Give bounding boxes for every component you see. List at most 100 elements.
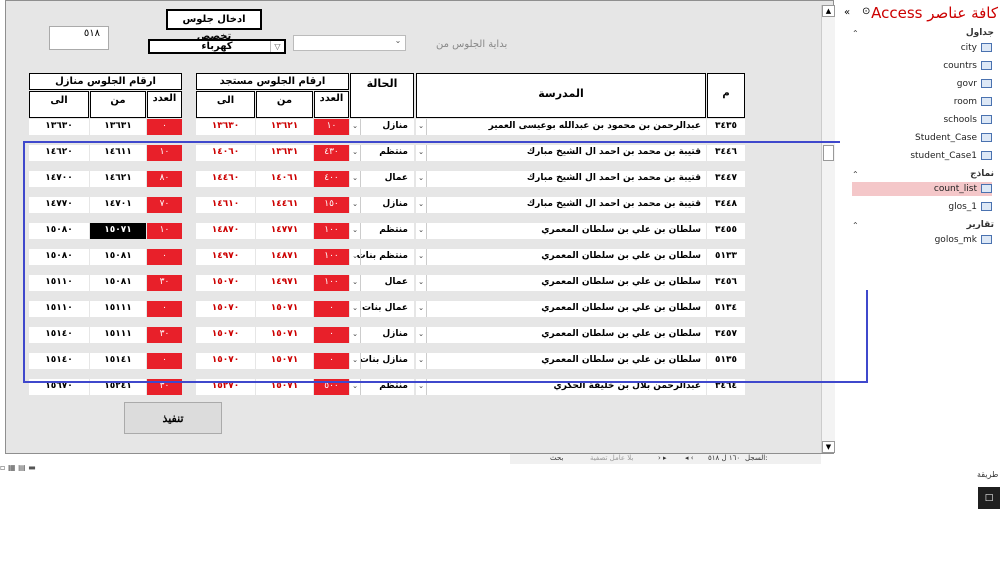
cell-status[interactable]: عمال ⌄ bbox=[350, 171, 414, 187]
nav-item[interactable]: count_list bbox=[852, 182, 992, 196]
cell-status[interactable]: منتظم ⌄ bbox=[350, 379, 414, 395]
chevron-down-icon[interactable]: ⌄ bbox=[350, 275, 361, 291]
cell-status[interactable]: منازل ⌄ bbox=[350, 119, 414, 135]
collapse-group-icon[interactable]: ⌃ bbox=[852, 221, 859, 230]
nav-group-header[interactable]: جداول bbox=[966, 28, 994, 38]
chevron-down-icon[interactable]: ⌄ bbox=[416, 197, 427, 213]
cell-text: ١٥٦٧٠ bbox=[45, 381, 73, 391]
chevron-down-icon[interactable]: ⌄ bbox=[416, 301, 427, 317]
cell-text: ١٣٦٣١ bbox=[104, 121, 132, 131]
view-switcher-bar[interactable]: ▫ ▦ ▤ ▬ bbox=[0, 463, 260, 473]
chevron-down-icon[interactable]: ⌄ bbox=[350, 301, 361, 317]
nav-item[interactable]: student_Case1 bbox=[852, 149, 992, 163]
cell-text: ١٥٠٧٠ bbox=[211, 303, 240, 313]
cell-status[interactable]: منازل ⌄ bbox=[350, 197, 414, 213]
nav-item[interactable]: golos_mk bbox=[852, 233, 992, 247]
cell-text: منازل bbox=[382, 121, 408, 131]
cell-text: ١٤٠٦١ bbox=[270, 173, 299, 183]
nav-item[interactable]: govr bbox=[852, 77, 992, 91]
record-nav-next[interactable]: › ▸ bbox=[658, 454, 667, 462]
record-position[interactable]: ١٦٠ ل ٥١٨ bbox=[708, 454, 740, 462]
chevron-down-icon[interactable]: ⌄ bbox=[416, 327, 427, 343]
chevron-down-icon[interactable]: ⌄ bbox=[416, 145, 427, 161]
cell-new-to: ١٤٨٧٠ bbox=[196, 223, 255, 239]
cell-status[interactable]: منتظم بنات ⌄ bbox=[350, 249, 414, 265]
cell-school[interactable]: قتيبة بن محمد بن احمد ال الشيخ مبارك ⌄ bbox=[416, 171, 706, 187]
category-combo[interactable]: كهرباء ▽ bbox=[148, 39, 286, 54]
scroll-down-icon[interactable]: ▼ bbox=[822, 441, 835, 453]
start-seat-combo[interactable]: ⌄ bbox=[293, 35, 406, 51]
chevron-down-icon[interactable]: ⌄ bbox=[416, 119, 427, 135]
nav-item[interactable]: room bbox=[852, 95, 992, 109]
collapse-pane-icon[interactable]: « bbox=[844, 7, 850, 18]
cell-home-to: ١٥٦٧٠ bbox=[29, 379, 89, 395]
nav-item[interactable]: city bbox=[852, 41, 992, 55]
cell-school[interactable]: سلطان بن علي بن سلطان المعمري ⌄ bbox=[416, 301, 706, 317]
cell-school[interactable]: سلطان بن علي بن سلطان المعمري ⌄ bbox=[416, 275, 706, 291]
chevron-down-icon[interactable]: ⌄ bbox=[416, 353, 427, 369]
chevron-down-icon[interactable]: ⌄ bbox=[416, 171, 427, 187]
nav-item[interactable]: countrs bbox=[852, 59, 992, 73]
cell-text: ١٤٧٧١ bbox=[270, 225, 299, 235]
cell-status[interactable]: عمال ⌄ bbox=[350, 275, 414, 291]
cell-home-to: ١٥٠٨٠ bbox=[29, 223, 89, 239]
chevron-down-icon[interactable]: ⌄ bbox=[350, 327, 361, 343]
nav-item[interactable]: Student_Case bbox=[852, 131, 992, 145]
cell-school[interactable]: قتيبة بن محمد بن احمد ال الشيخ مبارك ⌄ bbox=[416, 145, 706, 161]
nav-group-header[interactable]: نماذج bbox=[970, 169, 994, 179]
side-panel-icon[interactable]: □ bbox=[978, 487, 1000, 509]
cell-status[interactable]: منتظم ⌄ bbox=[350, 145, 414, 161]
collapse-group-icon[interactable]: ⌃ bbox=[852, 170, 859, 179]
cell-text: ١٥٢٤١ bbox=[104, 381, 132, 391]
chevron-down-icon[interactable]: ⌄ bbox=[350, 379, 361, 395]
cell-new-from: ١٤٠٦١ bbox=[256, 171, 313, 187]
chevron-down-icon[interactable]: ⌄ bbox=[391, 36, 405, 50]
cell-new-from: ١٤٤٦١ bbox=[256, 197, 313, 213]
cell-text: ٠ bbox=[329, 303, 334, 313]
cell-home-count: ٣٠ bbox=[147, 275, 182, 291]
chevron-down-icon[interactable]: ⌄ bbox=[350, 119, 361, 135]
chevron-down-icon[interactable]: ⌄ bbox=[350, 197, 361, 213]
cell-school[interactable]: سلطان بن علي بن سلطان المعمري ⌄ bbox=[416, 353, 706, 369]
cell-school[interactable]: عبدالرحمن بلال بن خليفة الحكري ⌄ bbox=[416, 379, 706, 395]
cell-status[interactable]: منازل ⌄ bbox=[350, 327, 414, 343]
nav-search-label[interactable]: بحث bbox=[550, 454, 563, 462]
cell-status[interactable]: منازل بنات ⌄ bbox=[350, 353, 414, 369]
cell-home-to: ١٥١١٠ bbox=[29, 301, 89, 317]
cell-school[interactable]: سلطان بن علي بن سلطان المعمري ⌄ bbox=[416, 327, 706, 343]
chevron-down-icon[interactable]: ▽ bbox=[270, 41, 284, 52]
execute-button[interactable]: تنفيذ bbox=[124, 402, 222, 434]
cell-status[interactable]: عمال بنات ⌄ bbox=[350, 301, 414, 317]
chevron-down-icon[interactable]: ⌄ bbox=[350, 353, 361, 369]
cell-home-from: ١٥١١١ bbox=[90, 327, 146, 343]
cell-status[interactable]: منتظم ⌄ bbox=[350, 223, 414, 239]
view-icons[interactable]: ▫ ▦ ▤ ▬ bbox=[0, 463, 36, 472]
scroll-thumb[interactable] bbox=[823, 145, 834, 161]
scroll-up-icon[interactable]: ▲ bbox=[822, 5, 835, 17]
chevron-down-icon[interactable]: ⌄ bbox=[416, 249, 427, 265]
chevron-down-icon[interactable]: ⌄ bbox=[350, 145, 361, 161]
chevron-down-icon[interactable]: ⌄ bbox=[416, 275, 427, 291]
collapse-group-icon[interactable]: ⌃ bbox=[852, 29, 859, 38]
chevron-down-icon[interactable]: ⌄ bbox=[350, 223, 361, 239]
cell-text: ١٤٦١٠ bbox=[211, 199, 240, 209]
cell-text: ١٥٠٧١ bbox=[270, 355, 299, 365]
cell-text: ١٠٠ bbox=[324, 251, 339, 261]
chevron-down-icon[interactable]: ⌄ bbox=[350, 249, 361, 265]
cell-school[interactable]: سلطان بن علي بن سلطان المعمري ⌄ bbox=[416, 249, 706, 265]
nav-item[interactable]: glos_1 bbox=[852, 200, 992, 214]
nav-group-header[interactable]: تقارير bbox=[967, 220, 994, 230]
cell-school[interactable]: عبدالرحمن بن محمود بن عبدالله بوعيسى الع… bbox=[416, 119, 706, 135]
cell-school[interactable]: قتيبة بن محمد بن احمد ال الشيخ مبارك ⌄ bbox=[416, 197, 706, 213]
cell-school[interactable]: سلطان بن علي بن سلطان المعمري ⌄ bbox=[416, 223, 706, 239]
chevron-down-icon[interactable]: ⌄ bbox=[416, 223, 427, 239]
chevron-down-icon[interactable]: ⌄ bbox=[416, 379, 427, 395]
cell-m: ٣٤٦٤ bbox=[707, 379, 745, 395]
pane-menu-icon[interactable]: ⊙ bbox=[862, 6, 870, 17]
filter-status[interactable]: بلا عامل تصفية bbox=[590, 454, 633, 462]
chevron-down-icon[interactable]: ⌄ bbox=[350, 171, 361, 187]
cell-new-from: ١٥٠٧١ bbox=[256, 353, 313, 369]
nav-item[interactable]: schools bbox=[852, 113, 992, 127]
record-nav-buttons[interactable]: ◂ ‹ bbox=[685, 454, 694, 462]
vertical-scrollbar[interactable]: ▲ ▼ bbox=[821, 5, 835, 453]
